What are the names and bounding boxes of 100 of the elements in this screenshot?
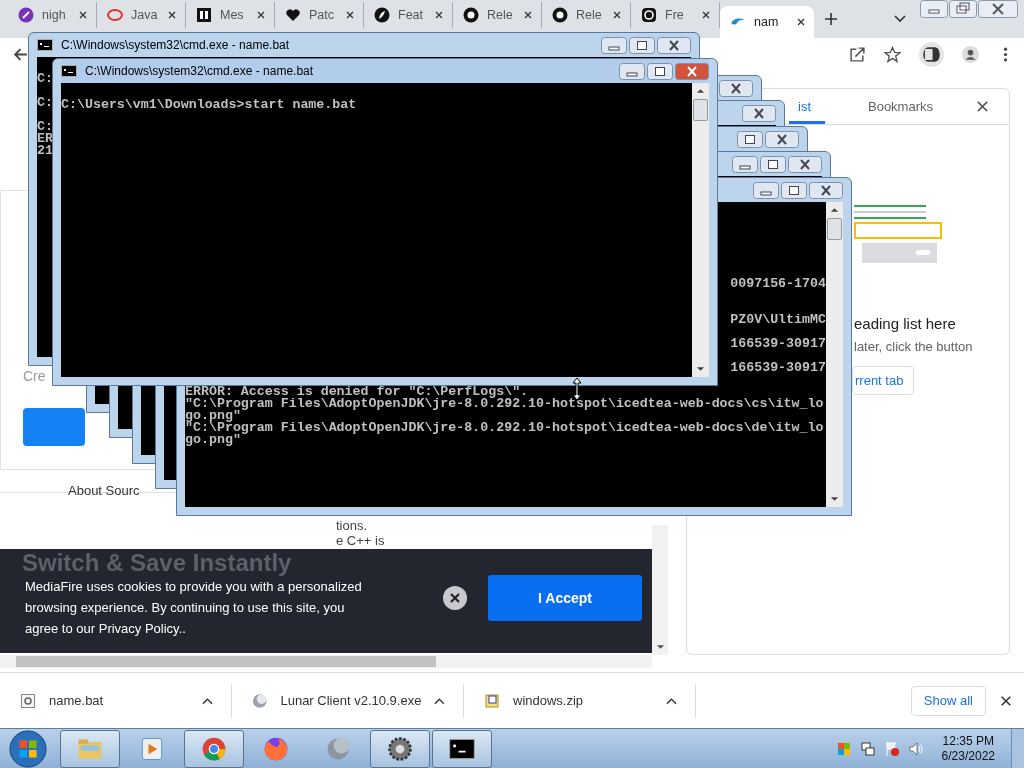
clock[interactable]: 12:35 PM 6/23/2022	[941, 733, 995, 764]
browser-tab[interactable]: Patc	[275, 2, 364, 28]
console-line: go.png"	[185, 410, 241, 422]
window-title: C:\Windows\system32\cmd.exe - name.bat	[85, 64, 314, 78]
close-icon[interactable]	[612, 10, 622, 20]
console-line: C:\Users\vm1\Downloads>start name.bat	[61, 99, 357, 111]
moon-icon	[252, 692, 268, 709]
alert-flag-icon[interactable]	[883, 740, 900, 757]
download-name: windows.zip	[513, 693, 585, 708]
maximize-button[interactable]	[737, 130, 763, 148]
close-button[interactable]	[657, 36, 691, 54]
share-icon[interactable]	[849, 45, 866, 63]
close-icon[interactable]	[978, 0, 1018, 18]
gear-file-icon	[20, 692, 36, 709]
accept-button[interactable]: I Accept	[488, 575, 642, 621]
close-icon[interactable]	[796, 17, 806, 27]
window-controls[interactable]	[920, 0, 1018, 18]
download-item[interactable]: name.bat	[0, 683, 232, 718]
empty-state-title: eading list here	[854, 315, 956, 332]
caret-icon[interactable]	[434, 696, 445, 705]
console-line: C:	[37, 97, 53, 109]
scroll-bar[interactable]	[652, 525, 668, 655]
start-button[interactable]	[8, 729, 48, 768]
restore-icon[interactable]	[949, 0, 977, 18]
taskbar-button[interactable]	[432, 729, 492, 768]
download-item[interactable]: windows.zip	[464, 683, 696, 718]
close-icon[interactable]	[1000, 694, 1012, 707]
tab-title: nigh	[42, 8, 67, 22]
heart-icon	[285, 7, 301, 23]
close-button[interactable]	[742, 104, 776, 122]
clock-time: 12:35 PM	[942, 733, 994, 749]
download-name: Lunar Client v2.10.9.exe	[280, 693, 422, 708]
window-title: C:\Windows\system32\cmd.exe - name.bat	[61, 38, 290, 52]
profile-icon[interactable]	[962, 45, 979, 63]
close-icon[interactable]	[78, 10, 88, 20]
close-button[interactable]	[765, 130, 799, 148]
side-panel-icon[interactable]	[919, 41, 944, 67]
caret-icon[interactable]	[894, 15, 906, 23]
section-title: About Sourc	[68, 483, 140, 498]
close-icon[interactable]	[523, 10, 533, 20]
scroll-bar[interactable]	[826, 202, 843, 507]
close-button[interactable]	[788, 155, 822, 173]
console-line: 166539-30917	[730, 338, 826, 350]
console-line: C:	[37, 73, 53, 85]
maximize-button[interactable]	[760, 155, 786, 173]
console-icon	[61, 65, 77, 77]
tab-title: Mes	[220, 8, 245, 22]
browser-tab[interactable]: nigh	[8, 2, 97, 28]
speaker-icon[interactable]	[907, 740, 924, 757]
show-all-button[interactable]: Show all	[910, 685, 986, 716]
page-heading: Switch & Save Instantly	[22, 549, 292, 577]
close-icon[interactable]	[976, 100, 989, 113]
browser-tab[interactable]: Rele	[453, 2, 542, 28]
download-name: name.bat	[49, 693, 105, 708]
body-text: e C++ is	[336, 533, 385, 548]
square-icon	[196, 7, 212, 23]
gear-icon	[386, 734, 414, 763]
maximize-button[interactable]	[629, 36, 655, 54]
panel-tab[interactable]: Bookmarks	[825, 89, 976, 124]
console-icon	[37, 39, 53, 51]
browser-tab[interactable]: nam	[720, 6, 814, 38]
taskbar-button[interactable]	[370, 729, 430, 768]
tab-title: Rele	[576, 8, 603, 22]
empty-state-hint: later, click the button	[854, 339, 973, 354]
close-button[interactable]	[809, 181, 843, 199]
console-line: "C:\Program Files\AdoptOpenJDK\jre-8.0.292.10-hotspot\icedtea-web-docs\de\itw_lo	[185, 422, 824, 434]
feather-icon	[374, 7, 390, 23]
caret-icon[interactable]	[202, 696, 213, 705]
download-item[interactable]: Lunar Client v2.10.9.exe	[232, 683, 464, 718]
new-tab-icon[interactable]	[824, 12, 838, 26]
close-button[interactable]	[675, 62, 709, 80]
scroll-bar[interactable]	[0, 655, 652, 668]
network-icon[interactable]	[859, 740, 876, 757]
close-icon[interactable]	[443, 586, 467, 610]
ring-icon	[641, 7, 657, 23]
maximize-button[interactable]	[781, 181, 807, 199]
browser-tab[interactable]: Rele	[542, 2, 631, 28]
console-line: "C:\Program Files\AdoptOpenJDK\jre-8.0.292.10-hotspot\icedtea-web-docs\cs\itw_lo	[185, 398, 824, 410]
maximize-button[interactable]	[647, 62, 673, 80]
tab-title: nam	[754, 15, 780, 29]
add-tab-button[interactable]: rrent tab	[852, 366, 915, 395]
zip-file-icon	[484, 692, 500, 709]
close-icon[interactable]	[701, 10, 711, 20]
browser-tab[interactable]: Fre	[631, 2, 720, 28]
close-icon[interactable]	[167, 10, 177, 20]
link-icon	[18, 7, 34, 23]
console-line: 21	[37, 145, 53, 157]
close-icon[interactable]	[345, 10, 355, 20]
body-text: tions.	[336, 518, 369, 533]
scroll-bar[interactable]	[692, 83, 709, 377]
clock-date: 6/23/2022	[941, 748, 995, 764]
close-icon[interactable]	[256, 10, 266, 20]
star-icon[interactable]	[884, 45, 901, 63]
browser-tab[interactable]: Mes	[186, 2, 275, 28]
tab-title: Feat	[398, 8, 424, 22]
browser-tab[interactable]: Java	[97, 2, 186, 28]
browser-tab[interactable]: Feat	[364, 2, 453, 28]
close-button[interactable]	[719, 79, 753, 97]
close-icon[interactable]	[434, 10, 444, 20]
caret-icon[interactable]	[666, 696, 677, 705]
